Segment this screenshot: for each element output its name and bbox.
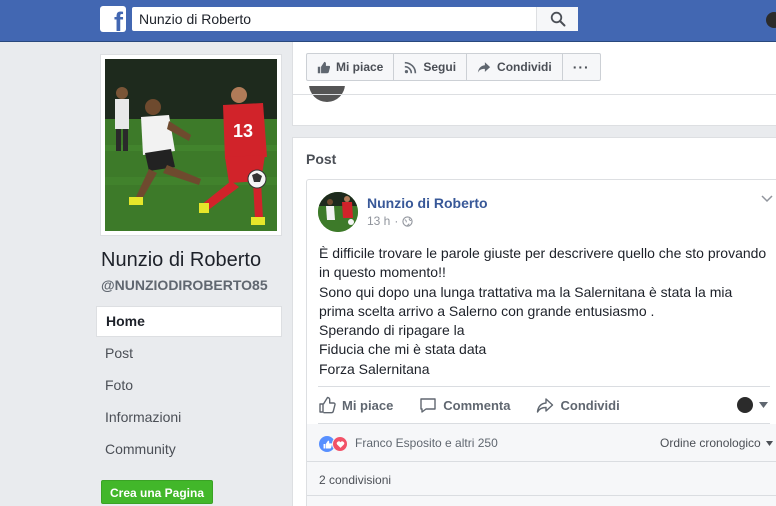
post-line: Fiducia che mi è stata data [319, 341, 487, 358]
nav-item-home[interactable]: Home [96, 306, 282, 337]
profile-photo: 13 [105, 59, 277, 231]
post-card: Nunzio di Roberto 13 h · È difficile tro… [306, 179, 776, 506]
follow-button[interactable]: Segui [393, 53, 468, 81]
caret-down-icon [766, 441, 774, 447]
reaction-icons[interactable] [319, 436, 348, 452]
post-share-label: Condividi [560, 397, 620, 413]
globe-icon [402, 215, 413, 227]
posts-section: Post Nunzio di Roberto 13 h · È difficil… [292, 137, 776, 506]
chevron-down-icon [761, 195, 773, 203]
nav-item-post[interactable]: Post [96, 337, 282, 369]
order-label: Ordine cronologico [660, 436, 761, 450]
post-like-button[interactable]: Mi piace [318, 396, 393, 414]
profile-picture[interactable]: 13 [100, 54, 282, 236]
meta-separator: · [394, 214, 399, 228]
create-page-button[interactable]: Crea una Pagina [101, 480, 213, 504]
svg-text:13: 13 [233, 121, 253, 141]
divider [293, 94, 776, 95]
search-icon [550, 11, 565, 27]
post-line: prima scelta arrivo a Salerno con grande… [319, 302, 655, 319]
search-input[interactable] [132, 7, 536, 31]
page-share-label: Condividi [497, 60, 552, 74]
page-like-label: Mi piace [336, 60, 384, 74]
more-options-icon: ··· [572, 59, 590, 75]
nav-item-informazioni[interactable]: Informazioni [96, 401, 282, 433]
page-action-buttons: Mi piace Segui Condividi ··· [306, 53, 601, 81]
post-timestamp[interactable]: 13 h [367, 214, 390, 228]
nav-item-foto[interactable]: Foto [96, 369, 282, 401]
comments-area [307, 496, 776, 506]
search-button[interactable] [536, 7, 578, 31]
reactions-count[interactable]: Franco Esposito e altri 250 [355, 436, 498, 450]
post-line: È difficile trovare le parole giuste per… [319, 245, 767, 261]
caret-down-icon [759, 402, 768, 408]
page-like-button[interactable]: Mi piace [306, 53, 395, 81]
page-actions-card: Mi piace Segui Condividi ··· [292, 42, 776, 126]
facebook-logo-icon[interactable]: f [100, 6, 126, 32]
user-avatar[interactable] [766, 12, 776, 28]
nav-item-community[interactable]: Community [96, 433, 282, 465]
avatar-photo-icon [318, 192, 358, 232]
post-as-selector[interactable] [737, 397, 768, 413]
page-nav: Home Post Foto Informazioni Community [96, 306, 282, 465]
football-players-illustration: 13 [105, 59, 277, 231]
post-author-name[interactable]: Nunzio di Roberto [367, 195, 488, 211]
post-line: Sono qui dopo una lunga trattativa ma la… [319, 283, 733, 300]
comment-button[interactable]: Commenta [419, 396, 510, 414]
share-arrow-outline-icon [537, 398, 554, 413]
post-line: Forza Salernitana [319, 360, 430, 377]
reactions-bar: Franco Esposito e altri 250 Ordine crono… [307, 424, 776, 462]
more-options-button[interactable]: ··· [561, 53, 601, 81]
posts-heading: Post [306, 151, 337, 167]
page-share-button[interactable]: Condividi [466, 53, 563, 81]
post-body: È difficile trovare le parole giuste per… [319, 244, 769, 379]
page-handle[interactable]: @NUNZIODIROBERTO85 [101, 277, 268, 293]
page-title[interactable]: Nunzio di Roberto [101, 249, 261, 272]
post-actions-row: Mi piace Commenta Condividi [318, 386, 770, 424]
post-like-label: Mi piace [342, 397, 394, 413]
top-bar: f [0, 0, 776, 42]
post-line: Sperando di ripagare la [319, 322, 465, 339]
love-reaction-icon [332, 436, 348, 452]
thumbs-up-icon [317, 61, 330, 73]
post-author-avatar[interactable] [318, 192, 358, 232]
shares-count[interactable]: 2 condivisioni [319, 473, 391, 487]
comment-bubble-icon [420, 398, 436, 413]
follow-label: Segui [423, 60, 457, 74]
post-options-caret[interactable] [761, 192, 773, 206]
comment-order-dropdown[interactable]: Ordine cronologico [660, 436, 774, 450]
share-arrow-icon [477, 61, 491, 73]
thumbs-up-outline-icon [319, 396, 336, 414]
post-line: in questo momento!! [319, 264, 446, 281]
shares-bar: 2 condivisioni [307, 462, 776, 496]
page-mini-avatar [737, 397, 753, 413]
comment-label: Commenta [443, 397, 511, 413]
post-share-button[interactable]: Condividi [536, 397, 620, 413]
post-meta: 13 h · [367, 214, 413, 228]
rss-follow-icon [405, 61, 417, 73]
search-box [132, 7, 578, 31]
